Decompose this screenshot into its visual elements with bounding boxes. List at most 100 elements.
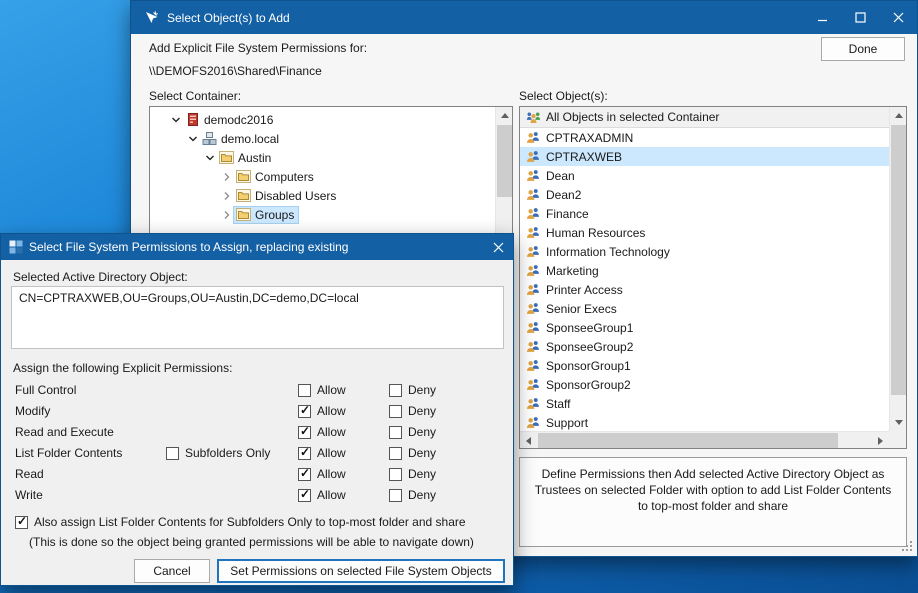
object-label: Printer Access xyxy=(546,283,623,297)
list-vertical-scrollbar[interactable] xyxy=(889,107,906,431)
object-label: Information Technology xyxy=(546,245,670,259)
scroll-right-button[interactable] xyxy=(872,432,889,449)
object-row[interactable]: Marketing xyxy=(520,261,889,280)
allow-label: Allow xyxy=(317,467,346,481)
object-label: Support xyxy=(546,416,588,430)
also-assign-checkbox[interactable] xyxy=(15,516,28,529)
selected-object-value[interactable]: CN=CPTRAXWEB,OU=Groups,OU=Austin,DC=demo… xyxy=(11,286,504,349)
group-icon xyxy=(526,358,541,373)
object-row[interactable]: Senior Execs xyxy=(520,299,889,318)
resize-grip[interactable] xyxy=(900,539,912,551)
list-horizontal-scrollbar[interactable] xyxy=(520,431,889,448)
maximize-icon xyxy=(855,12,866,23)
scroll-up-button[interactable] xyxy=(890,107,907,124)
deny-checkbox[interactable] xyxy=(389,447,402,460)
object-label: Human Resources xyxy=(546,226,645,240)
object-label: CPTRAXADMIN xyxy=(546,131,633,145)
tree-item-body[interactable]: Groups xyxy=(234,207,298,223)
ou-folder-icon xyxy=(236,189,251,202)
add-dialog-titlebar[interactable]: Select Object(s) to Add xyxy=(131,1,917,34)
domain-icon xyxy=(202,131,217,146)
chevron-down-icon[interactable] xyxy=(185,134,200,144)
group-icon xyxy=(526,244,541,259)
minimize-button[interactable] xyxy=(803,1,841,34)
object-row[interactable]: Finance xyxy=(520,204,889,223)
object-row[interactable]: Support xyxy=(520,413,889,431)
permission-row: ReadAllowDeny xyxy=(1,464,513,485)
chevron-right-icon[interactable] xyxy=(219,210,234,220)
deny-checkbox[interactable] xyxy=(389,489,402,502)
tree-scroll-thumb[interactable] xyxy=(497,125,512,197)
tree-item-label: Austin xyxy=(238,151,271,165)
object-row[interactable]: Information Technology xyxy=(520,242,889,261)
close-button[interactable] xyxy=(879,1,917,34)
object-row[interactable]: SponseeGroup2 xyxy=(520,337,889,356)
scroll-left-button[interactable] xyxy=(520,432,537,449)
object-row[interactable]: Staff xyxy=(520,394,889,413)
tree-item[interactable]: Disabled Users xyxy=(150,186,494,205)
cancel-button[interactable]: Cancel xyxy=(134,559,210,583)
minimize-icon xyxy=(817,12,828,23)
deny-group: Deny xyxy=(389,488,436,502)
tree-item-body[interactable]: demodc2016 xyxy=(183,111,277,128)
object-row[interactable]: Human Resources xyxy=(520,223,889,242)
tree-item-body[interactable]: demo.local xyxy=(200,130,283,147)
object-row[interactable]: CPTRAXWEB xyxy=(520,147,889,166)
allow-checkbox[interactable] xyxy=(298,468,311,481)
object-row[interactable]: Dean xyxy=(520,166,889,185)
object-row[interactable]: Dean2 xyxy=(520,185,889,204)
allow-checkbox[interactable] xyxy=(298,489,311,502)
tree-item-label: Disabled Users xyxy=(255,189,336,203)
deny-checkbox[interactable] xyxy=(389,384,402,397)
allow-label: Allow xyxy=(317,488,346,502)
allow-checkbox[interactable] xyxy=(298,384,311,397)
scroll-up-button[interactable] xyxy=(496,107,513,124)
object-label: SponseeGroup1 xyxy=(546,321,633,335)
set-permissions-button[interactable]: Set Permissions on selected File System … xyxy=(217,559,505,583)
group-icon xyxy=(526,130,541,145)
tree-item-body[interactable]: Disabled Users xyxy=(234,188,340,204)
deny-checkbox[interactable] xyxy=(389,468,402,481)
all-objects-icon xyxy=(526,110,541,125)
deny-checkbox[interactable] xyxy=(389,426,402,439)
chevron-down-icon[interactable] xyxy=(202,153,217,163)
tree-item[interactable]: Groups xyxy=(150,205,494,224)
maximize-button[interactable] xyxy=(841,1,879,34)
object-label: Finance xyxy=(546,207,589,221)
deny-group: Deny xyxy=(389,425,436,439)
tree-item[interactable]: Austin xyxy=(150,148,494,167)
perm-dialog-titlebar[interactable]: Select File System Permissions to Assign… xyxy=(1,234,513,260)
chevron-right-icon[interactable] xyxy=(219,172,234,182)
object-row[interactable]: CPTRAXADMIN xyxy=(520,128,889,147)
object-row[interactable]: Printer Access xyxy=(520,280,889,299)
chevron-right-icon[interactable] xyxy=(219,191,234,201)
permission-rows: Full ControlAllowDenyModifyAllowDenyRead… xyxy=(1,380,513,506)
tree-item[interactable]: demodc2016 xyxy=(150,110,494,129)
tree-item-body[interactable]: Austin xyxy=(217,150,275,166)
subfolders-only-checkbox[interactable] xyxy=(166,447,179,460)
chevron-down-icon[interactable] xyxy=(168,115,183,125)
object-row[interactable]: SponseeGroup1 xyxy=(520,318,889,337)
group-icon xyxy=(526,225,541,240)
tree-item-body[interactable]: Computers xyxy=(234,169,318,185)
object-label: Marketing xyxy=(546,264,599,278)
allow-checkbox[interactable] xyxy=(298,447,311,460)
object-items: All Objects in selected Container CPTRAXA… xyxy=(520,107,889,431)
perm-close-button[interactable] xyxy=(483,234,513,260)
tree-item[interactable]: demo.local xyxy=(150,129,494,148)
done-button[interactable]: Done xyxy=(821,37,905,61)
list-scroll-thumb[interactable] xyxy=(891,125,906,395)
object-row[interactable]: SponsorGroup2 xyxy=(520,375,889,394)
group-icon xyxy=(526,339,541,354)
objects-filter-header[interactable]: All Objects in selected Container xyxy=(520,107,889,128)
object-row[interactable]: SponsorGroup1 xyxy=(520,356,889,375)
tree-item-label: demodc2016 xyxy=(204,113,273,127)
allow-checkbox[interactable] xyxy=(298,426,311,439)
allow-checkbox[interactable] xyxy=(298,405,311,418)
deny-checkbox[interactable] xyxy=(389,405,402,418)
scroll-down-button[interactable] xyxy=(890,414,907,431)
list-hscroll-thumb[interactable] xyxy=(538,433,838,448)
domain-controller-icon xyxy=(185,112,200,127)
tree-item[interactable]: Computers xyxy=(150,167,494,186)
object-label: SponsorGroup2 xyxy=(546,378,631,392)
